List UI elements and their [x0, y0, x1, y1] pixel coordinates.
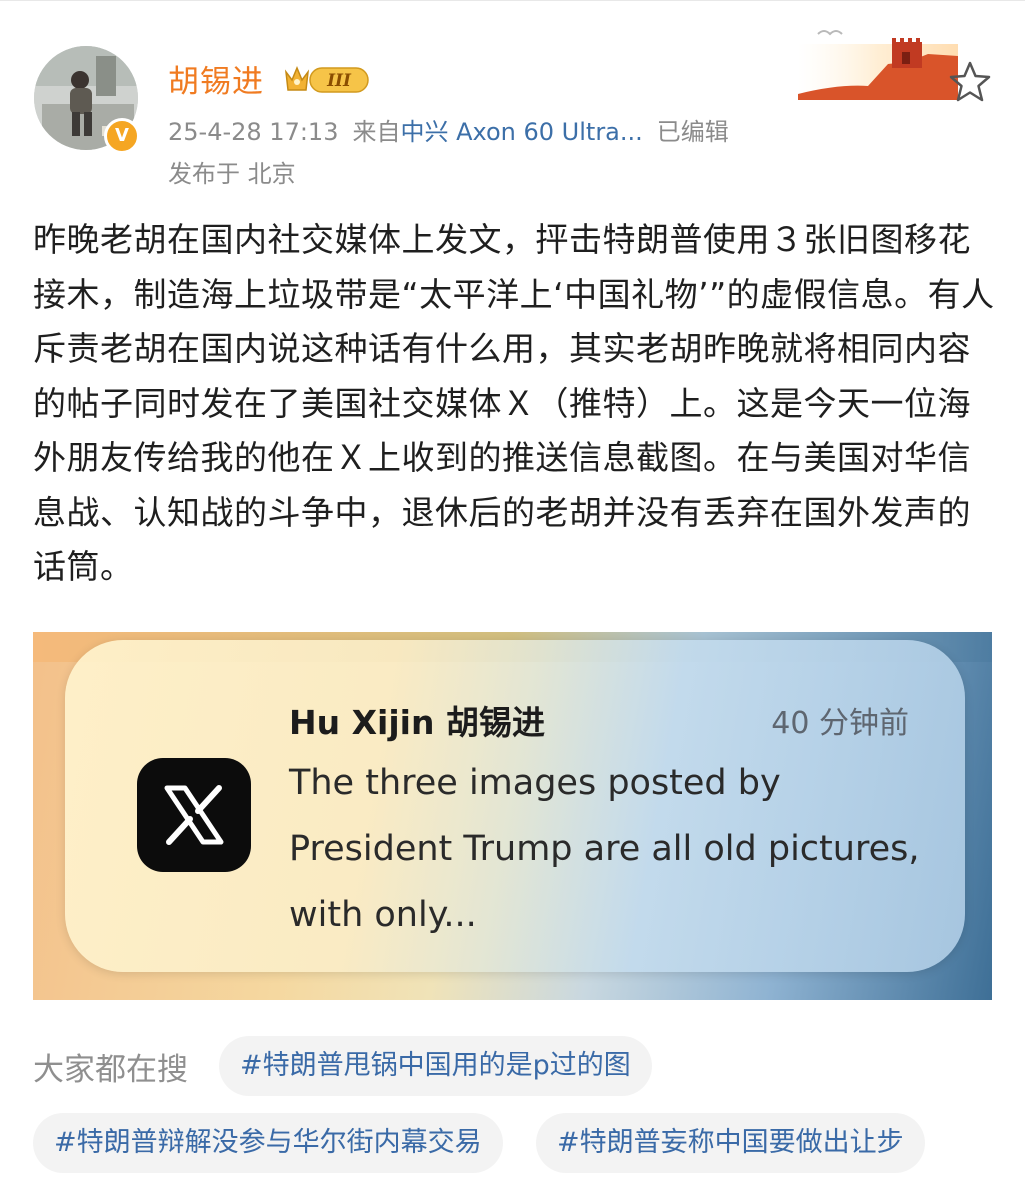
top-divider — [0, 0, 1025, 1]
edited-label[interactable]: 已编辑 — [657, 118, 729, 146]
trending-tag[interactable]: #特朗普甩锅中国用的是p过的图 — [219, 1036, 652, 1096]
post-meta: 25-4-28 17:13 来自中兴 Axon 60 Ultra... 已编辑 — [168, 112, 729, 147]
device-link[interactable]: 中兴 Axon 60 Ultra... — [400, 118, 642, 146]
rank-label: III — [326, 71, 352, 91]
notification-body: The three images posted by President Tru… — [289, 763, 920, 935]
great-wall-decoration-icon — [798, 30, 958, 100]
location: 发布于 北京 — [168, 160, 296, 188]
push-notification: Hu Xijin 胡锡进 40 分钟前 The three images pos… — [65, 640, 965, 972]
verified-badge-icon: V — [104, 118, 140, 154]
trending-tag[interactable]: #特朗普妄称中国要做出让步 — [536, 1113, 925, 1173]
source-prefix: 来自 — [352, 118, 401, 146]
timestamp: 25-4-28 17:13 — [168, 118, 339, 146]
username[interactable]: 胡锡进 — [168, 56, 264, 101]
post-text: 昨晚老胡在国内社交媒体上发文，抨击特朗普使用３张旧图移花接木，制造海上垃圾带是“… — [33, 220, 995, 586]
trending-searches-label: 大家都在搜 — [33, 1052, 188, 1088]
trending-tag[interactable]: #特朗普辩解没参与华尔街内幕交易 — [33, 1113, 503, 1173]
post-image[interactable]: Hu Xijin 胡锡进 40 分钟前 The three images pos… — [33, 632, 992, 1000]
favorite-star-icon[interactable] — [946, 58, 994, 106]
rank-crown-badge-icon: III — [284, 66, 369, 93]
notification-title: Hu Xijin 胡锡进 — [289, 703, 545, 742]
notification-time: 40 分钟前 — [771, 706, 909, 741]
x-logo-icon — [137, 758, 251, 872]
